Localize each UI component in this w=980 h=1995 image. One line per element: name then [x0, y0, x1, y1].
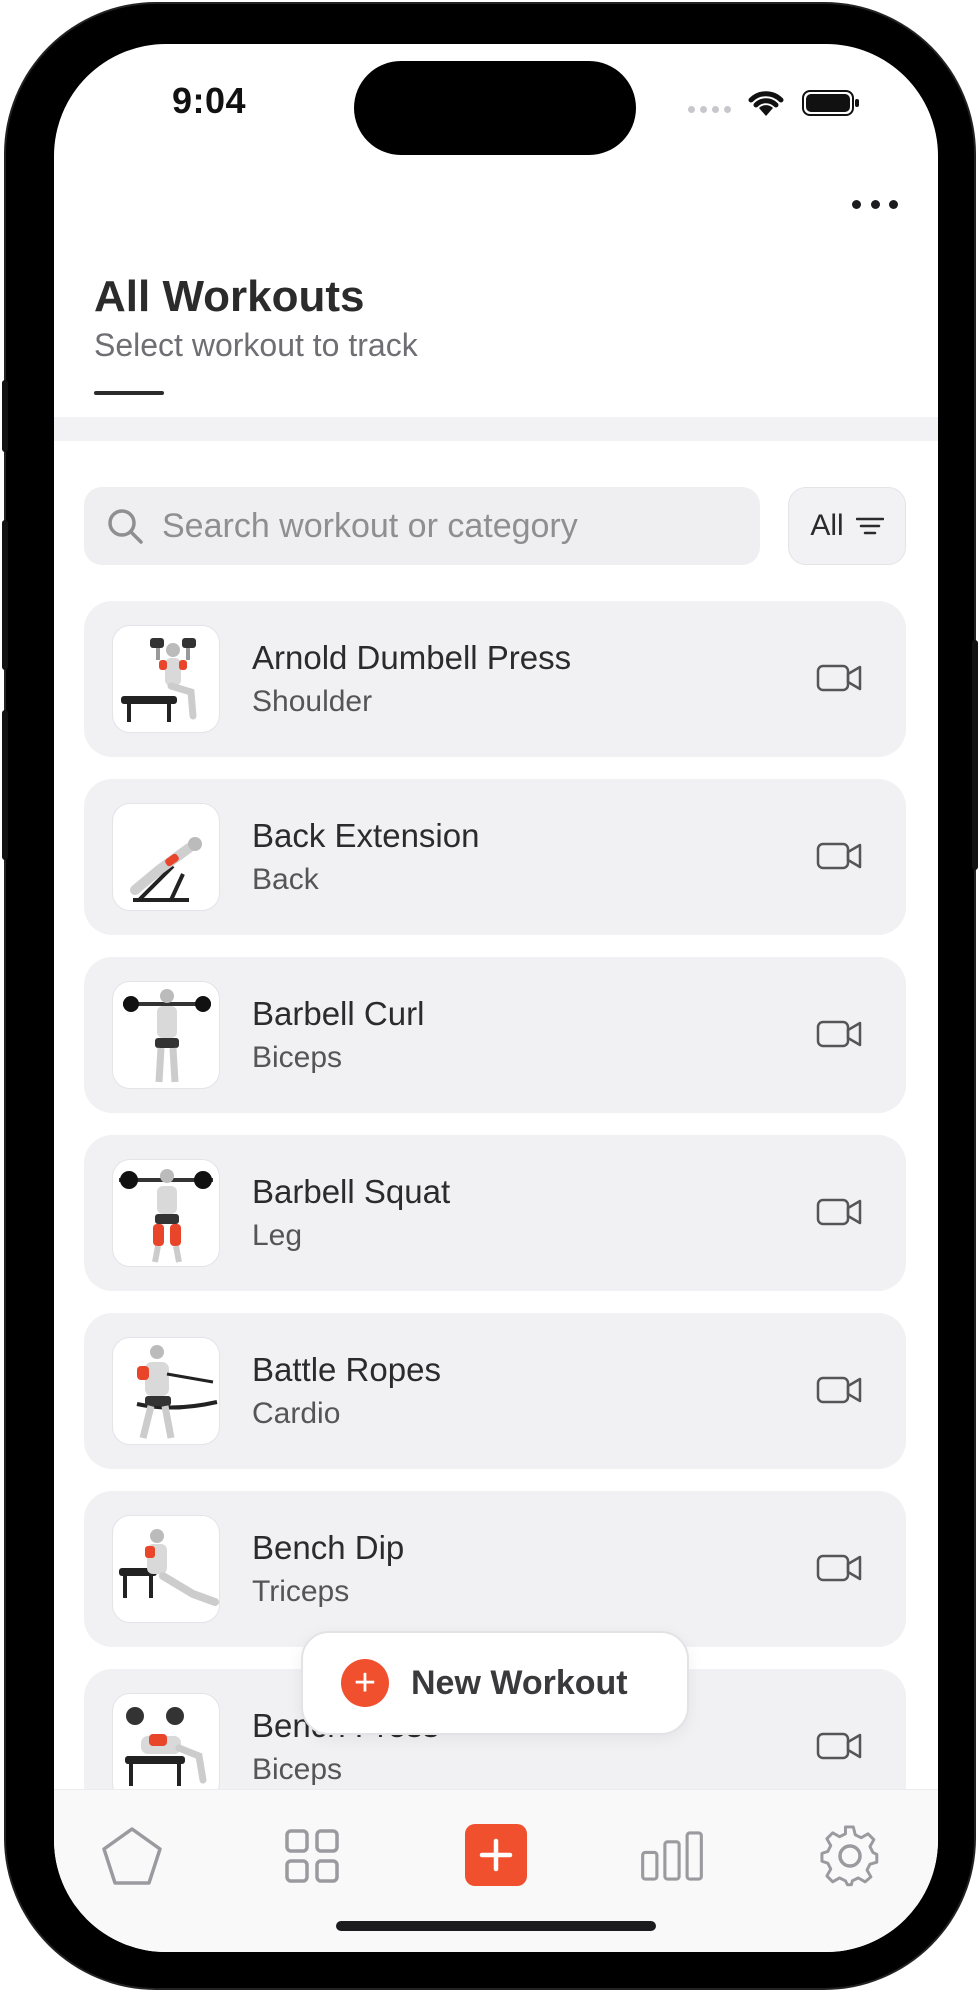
section-divider: [54, 417, 938, 441]
home-indicator: [336, 1921, 656, 1931]
workout-category: Biceps: [252, 1753, 343, 1786]
video-camera-icon[interactable]: [816, 1729, 862, 1763]
tab-add[interactable]: [465, 1824, 527, 1886]
page-subtitle: Select workout to track: [94, 327, 418, 363]
workout-card[interactable]: Barbell Squat Leg: [84, 1135, 906, 1291]
workout-category: Leg: [252, 1219, 303, 1252]
side-button: [2, 380, 8, 452]
workout-category: Cardio: [252, 1397, 341, 1430]
video-camera-icon[interactable]: [816, 1551, 862, 1585]
video-camera-icon[interactable]: [816, 1373, 862, 1407]
battery-icon: [802, 90, 859, 116]
power-button: [972, 640, 978, 870]
volume-down-button: [2, 710, 8, 860]
search-input[interactable]: [162, 506, 722, 546]
workout-thumbnail: [112, 1693, 220, 1801]
search-icon: [108, 509, 143, 544]
workout-thumbnail: [112, 981, 220, 1089]
workout-category: Biceps: [252, 1041, 343, 1074]
settings-gear-icon: [820, 1825, 879, 1887]
tab-categories[interactable]: [280, 1824, 344, 1888]
video-camera-icon[interactable]: [816, 839, 862, 873]
tab-home[interactable]: [100, 1824, 164, 1888]
workout-thumbnail: [112, 625, 220, 733]
pentagon-home-icon: [102, 1827, 162, 1885]
workout-category: Shoulder: [252, 685, 373, 718]
workout-category: Back: [252, 863, 319, 896]
dynamic-island: [354, 61, 636, 155]
add-icon: [479, 1838, 513, 1872]
tab-settings[interactable]: [818, 1824, 882, 1888]
title-underline: [94, 391, 164, 395]
tab-stats[interactable]: [640, 1824, 704, 1888]
workout-card[interactable]: Barbell Curl Biceps: [84, 957, 906, 1113]
filter-lines-icon: [855, 517, 884, 535]
workout-card[interactable]: Back Extension Back: [84, 779, 906, 935]
new-workout-button[interactable]: + New Workout: [301, 1631, 689, 1735]
grid-icon: [285, 1829, 339, 1883]
workout-name: Arnold Dumbell Press: [252, 639, 572, 676]
workout-name: Bench Dip: [252, 1529, 405, 1566]
workout-thumbnail: [112, 803, 220, 911]
workout-card[interactable]: Battle Ropes Cardio: [84, 1313, 906, 1469]
stats-bars-icon: [641, 1831, 703, 1881]
video-camera-icon[interactable]: [816, 1017, 862, 1051]
workout-thumbnail: [112, 1337, 220, 1445]
workout-name: Barbell Curl: [252, 995, 425, 1032]
app-screen: 9:04 All Workouts Select workout to trac…: [54, 44, 938, 1952]
video-camera-icon[interactable]: [816, 1195, 862, 1229]
wifi-icon: [748, 91, 784, 116]
more-options-icon[interactable]: [852, 194, 898, 214]
search-bar[interactable]: [84, 487, 760, 565]
status-time: 9:04: [172, 80, 247, 121]
filter-label: All: [810, 509, 844, 542]
workout-name: Barbell Squat: [252, 1173, 451, 1210]
workout-category: Triceps: [252, 1575, 350, 1608]
plus-circle-icon: +: [341, 1659, 389, 1707]
workout-card[interactable]: Bench Dip Triceps: [84, 1491, 906, 1647]
filter-button[interactable]: All: [788, 487, 906, 565]
phone-frame: 9:04 All Workouts Select workout to trac…: [6, 4, 974, 1988]
new-workout-label: New Workout: [411, 1663, 628, 1702]
workout-name: Back Extension: [252, 817, 480, 854]
workout-thumbnail: [112, 1515, 220, 1623]
page-title: All Workouts: [94, 272, 365, 321]
volume-up-button: [2, 520, 8, 670]
workout-thumbnail: [112, 1159, 220, 1267]
workout-card[interactable]: Arnold Dumbell Press Shoulder: [84, 601, 906, 757]
video-camera-icon[interactable]: [816, 661, 862, 695]
workout-name: Battle Ropes: [252, 1351, 441, 1388]
cellular-signal-icon: [688, 106, 731, 113]
